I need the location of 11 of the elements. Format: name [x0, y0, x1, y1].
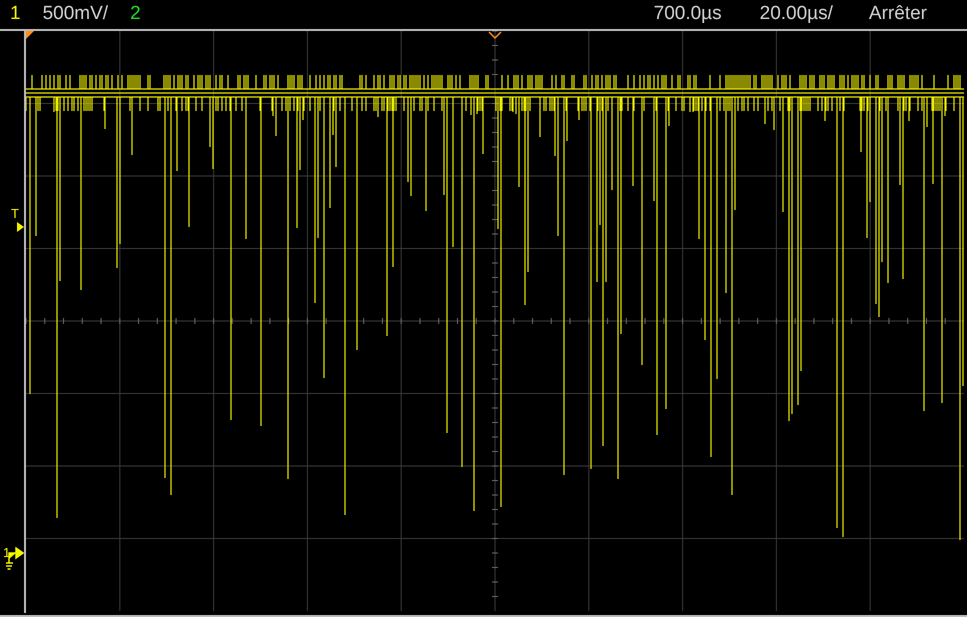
trigger-edge-marker	[26, 31, 34, 39]
run-state: Arrêter	[868, 2, 927, 26]
time-scale: 20.00µs/	[760, 2, 833, 26]
trigger-marker-label: T	[11, 207, 19, 220]
ground-icon	[6, 547, 24, 571]
trigger-level-icon	[17, 222, 24, 232]
channel-number: 2	[130, 2, 141, 26]
time-reference-marker	[488, 31, 502, 40]
channel-number: 1	[10, 2, 21, 26]
vertical-scale: 500mV/	[42, 2, 108, 26]
time-delay: 700.0µs	[654, 2, 722, 26]
